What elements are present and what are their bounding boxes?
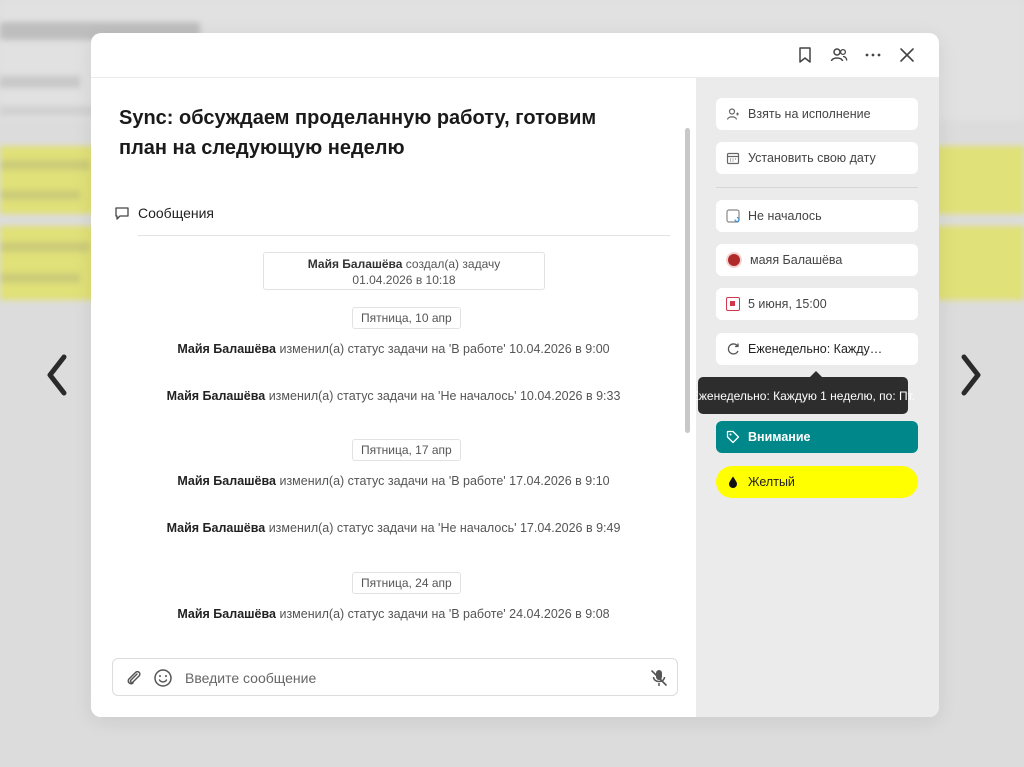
status-not-started-icon: [726, 209, 740, 223]
tag-icon: [726, 430, 740, 444]
task-title: Sync: обсуждаем проделанную работу, гото…: [119, 107, 597, 159]
bookmark-icon: [799, 47, 811, 63]
date-separator: Пятница, 17 апр: [352, 439, 461, 461]
divider: [716, 187, 918, 188]
message-author: Майя Балашёва: [166, 389, 266, 403]
message-text: создал(а) задачу: [405, 257, 501, 271]
tag-attention[interactable]: Внимание: [716, 421, 918, 453]
message-text: изменил(а) статус задачи на 'Не началось…: [268, 389, 621, 403]
history-message: Майя Балашёва изменил(а) статус задачи н…: [91, 474, 696, 488]
color-label: Желтый: [748, 475, 795, 489]
message-author: Майя Балашёва: [177, 474, 276, 488]
messages-heading-label: Сообщения: [138, 205, 214, 221]
assignee-button[interactable]: маяя Балашёва: [716, 244, 918, 276]
modal-toolbar: [91, 33, 939, 78]
previous-task-button[interactable]: [42, 350, 72, 400]
message-text: изменил(а) статус задачи на 'Не началось…: [268, 521, 621, 535]
message-author: Майя Балашёва: [307, 257, 403, 271]
emoji-button[interactable]: [152, 667, 174, 689]
repeat-label: Еженедельно: Кажду…: [748, 342, 883, 356]
divider: [138, 235, 670, 236]
history-message: Майя Балашёва изменил(а) статус задачи н…: [91, 389, 696, 403]
microphone-off-icon: [651, 670, 667, 686]
drop-icon: [729, 476, 737, 488]
due-date-label: 5 июня, 15:00: [748, 297, 827, 311]
smile-icon: [154, 669, 172, 687]
assignee-label: маяя Балашёва: [750, 253, 843, 267]
due-date-button[interactable]: 5 июня, 15:00: [716, 288, 918, 320]
status-button[interactable]: Не началось: [716, 200, 918, 232]
message-text: изменил(а) статус задачи на 'В работе' 1…: [279, 342, 610, 356]
more-button[interactable]: [863, 45, 883, 65]
message-icon: [115, 207, 129, 220]
set-date-label: Установить свою дату: [748, 151, 876, 165]
task-created-message: Майя Балашёва создал(а) задачу 01.04.202…: [263, 252, 545, 290]
avatar: [726, 252, 742, 268]
close-icon: [900, 48, 914, 62]
history-message: Майя Балашёва изменил(а) статус задачи н…: [91, 342, 696, 356]
message-author: Майя Балашёва: [177, 607, 276, 621]
date-separator: Пятница, 10 апр: [352, 307, 461, 329]
attach-button[interactable]: [123, 667, 145, 689]
message-input[interactable]: [185, 667, 625, 689]
messages-heading: Сообщения: [114, 205, 214, 221]
user-assign-icon: [726, 108, 739, 120]
close-button[interactable]: [897, 45, 917, 65]
history-message: Майя Балашёва изменил(а) статус задачи н…: [91, 521, 696, 535]
more-icon: [865, 53, 881, 57]
set-date-button[interactable]: Установить свою дату: [716, 142, 918, 174]
calendar-icon: [726, 152, 740, 165]
next-task-button[interactable]: [956, 350, 986, 400]
message-text: изменил(а) статус задачи на 'В работе' 2…: [279, 607, 610, 621]
chevron-right-icon: [961, 354, 981, 396]
repeat-tooltip: Еженедельно: Каждую 1 неделю, по: Пт.: [691, 371, 915, 414]
repeat-button[interactable]: Еженедельно: Кажду…: [716, 333, 918, 365]
scrollbar[interactable]: [685, 128, 690, 433]
repeat-icon: [727, 343, 739, 355]
message-composer: [112, 658, 678, 696]
bookmark-button[interactable]: [795, 45, 815, 65]
voice-message-button[interactable]: [648, 667, 670, 689]
date-separator: Пятница, 24 апр: [352, 572, 461, 594]
users-icon: [830, 48, 848, 62]
status-label: Не началось: [748, 209, 822, 223]
message-author: Майя Балашёва: [177, 342, 276, 356]
message-author: Майя Балашёва: [166, 521, 266, 535]
due-date-icon: [726, 297, 740, 311]
paperclip-icon: [127, 670, 141, 685]
chevron-left-icon: [47, 354, 67, 396]
participants-button[interactable]: [829, 45, 849, 65]
message-text: изменил(а) статус задачи на 'В работе' 1…: [279, 474, 610, 488]
color-button[interactable]: Желтый: [716, 466, 918, 498]
take-task-button[interactable]: Взять на исполнение: [716, 98, 918, 130]
take-task-label: Взять на исполнение: [748, 107, 871, 121]
message-datetime: 01.04.2026 в 10:18: [352, 273, 456, 287]
history-message: Майя Балашёва изменил(а) статус задачи н…: [91, 607, 696, 621]
tag-label: Внимание: [748, 430, 811, 444]
